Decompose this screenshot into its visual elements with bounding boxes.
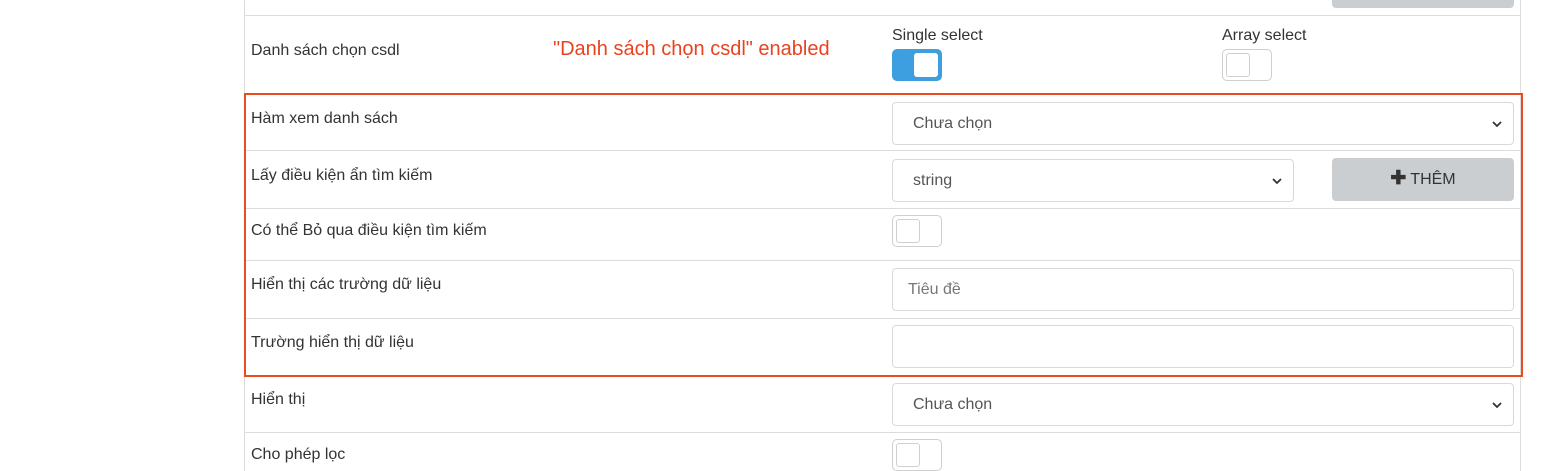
- previous-row-button[interactable]: [1332, 0, 1514, 8]
- row-divider: [244, 150, 1521, 151]
- row-label-co-the-bo-qua: Có thể Bỏ qua điều kiện tìm kiếm: [251, 222, 487, 239]
- plus-icon: ✚: [1390, 168, 1407, 189]
- row-label-truong-hien-thi: Trường hiển thị dữ liệu: [251, 334, 414, 351]
- row-label-hien-thi: Hiển thị: [251, 391, 306, 408]
- row-divider: [244, 318, 1521, 319]
- row-divider: [244, 432, 1521, 433]
- toggle-knob: [1226, 53, 1250, 77]
- bo-qua-dieu-kien-toggle[interactable]: [892, 215, 942, 247]
- array-select-label: Array select: [1222, 27, 1307, 44]
- toggle-knob: [896, 443, 920, 467]
- select-value: Chưa chọn: [913, 114, 993, 132]
- row-divider: [244, 208, 1521, 209]
- chevron-down-icon: [1492, 121, 1502, 128]
- row-label-danh-sach-chon-csdl: Danh sách chọn csdl: [251, 42, 400, 59]
- single-select-toggle[interactable]: [892, 49, 942, 81]
- hien-thi-select[interactable]: Chưa chọn: [892, 383, 1514, 426]
- table-border-left: [244, 0, 245, 471]
- select-value: Chưa chọn: [913, 395, 993, 413]
- them-button-label: THÊM: [1410, 170, 1456, 188]
- ham-xem-danh-sach-select[interactable]: Chưa chọn: [892, 102, 1514, 145]
- single-select-label: Single select: [892, 27, 983, 44]
- row-label-lay-dieu-kien: Lấy điều kiện ẩn tìm kiếm: [251, 167, 433, 184]
- array-select-toggle[interactable]: [1222, 49, 1272, 81]
- input-placeholder: Tiêu đề: [908, 280, 961, 298]
- row-divider: [244, 15, 1521, 16]
- truong-hien-thi-input[interactable]: [892, 325, 1514, 368]
- them-button[interactable]: ✚ THÊM: [1332, 158, 1514, 201]
- dieu-kien-type-select[interactable]: string: [892, 159, 1294, 202]
- form-table: Danh sách chọn csdl "Danh sách chọn csdl…: [0, 0, 1543, 471]
- hien-thi-truong-input[interactable]: Tiêu đề: [892, 268, 1514, 311]
- select-value: string: [913, 171, 953, 189]
- chevron-down-icon: [1492, 402, 1502, 409]
- row-label-ham-xem-danh-sach: Hàm xem danh sách: [251, 110, 398, 127]
- annotation-text: "Danh sách chọn csdl" enabled: [553, 38, 830, 60]
- row-label-cho-phep-loc: Cho phép lọc: [251, 446, 346, 463]
- row-divider: [244, 260, 1521, 261]
- table-border-right: [1520, 0, 1521, 471]
- toggle-knob: [896, 219, 920, 243]
- toggle-knob: [914, 53, 938, 77]
- row-label-hien-thi-cac-truong: Hiển thị các trường dữ liệu: [251, 276, 442, 293]
- cho-phep-loc-toggle[interactable]: [892, 439, 942, 471]
- chevron-down-icon: [1272, 178, 1282, 185]
